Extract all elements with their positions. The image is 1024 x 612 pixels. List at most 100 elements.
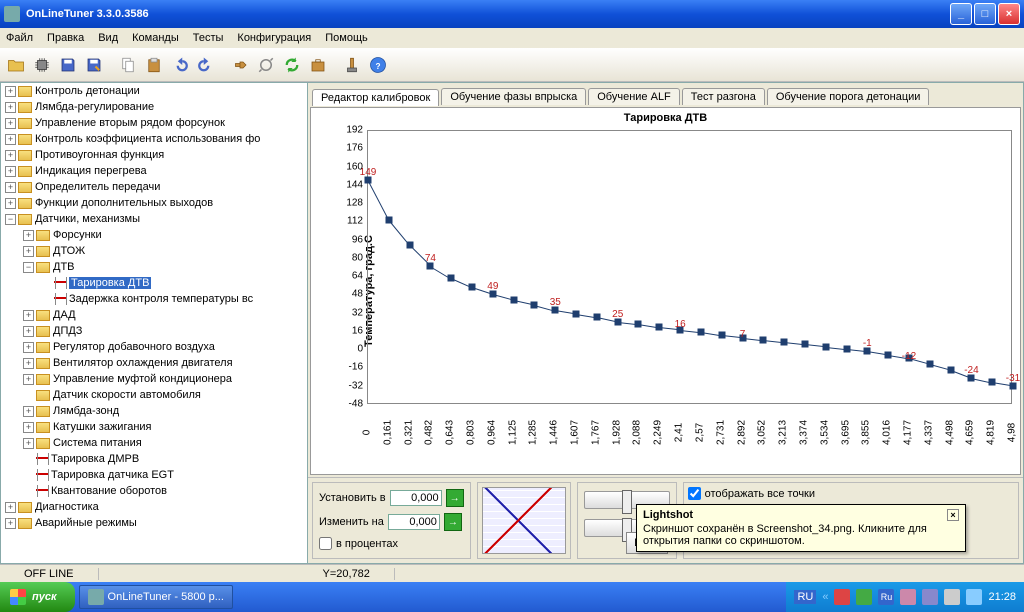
calibration-icon <box>54 293 66 305</box>
tree-item[interactable]: +Определитель передачи <box>1 179 307 195</box>
connect-icon[interactable] <box>228 53 252 77</box>
menu-item[interactable]: Помощь <box>325 32 368 44</box>
start-button[interactable]: пуск <box>0 582 75 612</box>
x-tick: 0,482 <box>424 420 435 445</box>
tree-panel[interactable]: +Контроль детонации+Лямбда-регулирование… <box>0 82 308 564</box>
percent-checkbox[interactable]: в процентах <box>319 537 464 550</box>
tooltip-close-icon[interactable]: × <box>947 509 959 521</box>
tab[interactable]: Обучение ALF <box>588 88 680 105</box>
save-icon[interactable] <box>56 53 80 77</box>
tree-item[interactable]: +Функции дополнительных выходов <box>1 195 307 211</box>
show-all-checkbox[interactable]: отображать все точки <box>688 487 1014 500</box>
tree-item[interactable]: +Противоугонная функция <box>1 147 307 163</box>
tree-item[interactable]: +Лямбда-зонд <box>1 403 307 419</box>
tree-item[interactable]: +Вентилятор охлаждения двигателя <box>1 355 307 371</box>
menu-item[interactable]: Вид <box>98 32 118 44</box>
tray-icon[interactable] <box>922 589 938 605</box>
y-tick: 128 <box>341 198 363 209</box>
tree-item[interactable]: +Лямбда-регулирование <box>1 99 307 115</box>
y-tick: 144 <box>341 179 363 190</box>
taskbar-app-button[interactable]: OnLineTuner - 5800 р... <box>79 585 233 609</box>
refresh-icon[interactable] <box>280 53 304 77</box>
undo-icon[interactable] <box>168 53 192 77</box>
folder-icon <box>18 134 32 145</box>
x-tick: 1,607 <box>570 420 581 445</box>
tray-icon[interactable] <box>900 589 916 605</box>
tray-icon[interactable] <box>856 589 872 605</box>
folder-icon <box>18 518 32 529</box>
change-input[interactable] <box>388 514 440 530</box>
tree-item[interactable]: +Управление вторым рядом форсунок <box>1 115 307 131</box>
windows-logo-icon <box>10 589 26 605</box>
tree-item[interactable]: Квантование оборотов <box>1 483 307 499</box>
tree-item[interactable]: +Аварийные режимы <box>1 515 307 531</box>
minimize-button[interactable]: _ <box>950 3 972 25</box>
x-tick: 1,446 <box>549 420 560 445</box>
tree-item[interactable]: +ДТОЖ <box>1 243 307 259</box>
tree-item[interactable]: Тарировка датчика EGT <box>1 467 307 483</box>
x-tick: 4,337 <box>923 420 934 445</box>
tree-item[interactable]: +Контроль коэффициента использования фо <box>1 131 307 147</box>
notification-tooltip[interactable]: Lightshot× Скриншот сохранён в Screensho… <box>636 504 966 552</box>
menu-item[interactable]: Конфигурация <box>237 32 311 44</box>
tooltip-title: Lightshot <box>643 509 693 521</box>
folder-icon <box>18 502 32 513</box>
briefcase-icon[interactable] <box>306 53 330 77</box>
tray-icon[interactable] <box>966 589 982 605</box>
tray-icon[interactable] <box>834 589 850 605</box>
tab[interactable]: Обучение фазы впрыска <box>441 88 586 105</box>
tree-item[interactable]: −ДТВ <box>1 259 307 275</box>
tree-item[interactable]: Датчик скорости автомобиля <box>1 387 307 403</box>
x-tick: 3,695 <box>840 420 851 445</box>
tree-item[interactable]: +Система питания <box>1 435 307 451</box>
tray-icon[interactable] <box>944 589 960 605</box>
tab[interactable]: Редактор калибровок <box>312 89 439 106</box>
tree-item[interactable]: +Контроль детонации <box>1 83 307 99</box>
close-button[interactable]: × <box>998 3 1020 25</box>
tree-item[interactable]: Задержка контроля температуры вс <box>1 291 307 307</box>
folder-icon <box>36 262 50 273</box>
set-apply-button[interactable]: → <box>446 489 464 507</box>
change-apply-button[interactable]: → <box>444 513 462 531</box>
folder-icon <box>18 86 32 97</box>
settings-icon[interactable] <box>340 53 364 77</box>
tree-item[interactable]: +Индикация перегрева <box>1 163 307 179</box>
tree-item[interactable]: +Управление муфтой кондиционера <box>1 371 307 387</box>
open-icon[interactable] <box>4 53 28 77</box>
tree-item[interactable]: +Диагностика <box>1 499 307 515</box>
clock[interactable]: 21:28 <box>988 591 1016 603</box>
tree-item[interactable]: Тарировка ДМРВ <box>1 451 307 467</box>
tree-item[interactable]: +Регулятор добавочного воздуха <box>1 339 307 355</box>
copy-icon[interactable] <box>116 53 140 77</box>
menu-item[interactable]: Тесты <box>193 32 224 44</box>
set-input[interactable] <box>390 490 442 506</box>
menu-item[interactable]: Команды <box>132 32 179 44</box>
x-tick: 4,659 <box>965 420 976 445</box>
saveas-icon[interactable] <box>82 53 106 77</box>
paste-icon[interactable] <box>142 53 166 77</box>
x-tick: 2,57 <box>694 423 705 442</box>
tree-item[interactable]: −Датчики, механизмы <box>1 211 307 227</box>
system-tray[interactable]: RU « Ru 21:28 <box>786 582 1024 612</box>
menu-item[interactable]: Правка <box>47 32 84 44</box>
tree-item[interactable]: Тарировка ДТВ <box>1 275 307 291</box>
tab[interactable]: Тест разгона <box>682 88 765 105</box>
curve-preview[interactable] <box>482 487 566 554</box>
y-tick: 80 <box>341 252 363 263</box>
chip-icon[interactable] <box>30 53 54 77</box>
x-tick: 0,321 <box>403 420 414 445</box>
menu-item[interactable]: Файл <box>6 32 33 44</box>
tray-icon[interactable]: Ru <box>878 589 894 605</box>
tab[interactable]: Обучение порога детонации <box>767 88 930 105</box>
redo-icon[interactable] <box>194 53 218 77</box>
chart-area[interactable]: Тарировка ДТВ Температура, град.С 149744… <box>310 107 1021 475</box>
main-panel: Редактор калибровокОбучение фазы впрыска… <box>308 82 1024 564</box>
tree-item[interactable]: +ДАД <box>1 307 307 323</box>
tree-item[interactable]: +ДПДЗ <box>1 323 307 339</box>
help-icon[interactable]: ? <box>366 53 390 77</box>
tool-a-icon[interactable] <box>254 53 278 77</box>
tree-item[interactable]: +Катушки зажигания <box>1 419 307 435</box>
maximize-button[interactable]: □ <box>974 3 996 25</box>
lang-indicator[interactable]: RU <box>794 590 816 604</box>
tree-item[interactable]: +Форсунки <box>1 227 307 243</box>
